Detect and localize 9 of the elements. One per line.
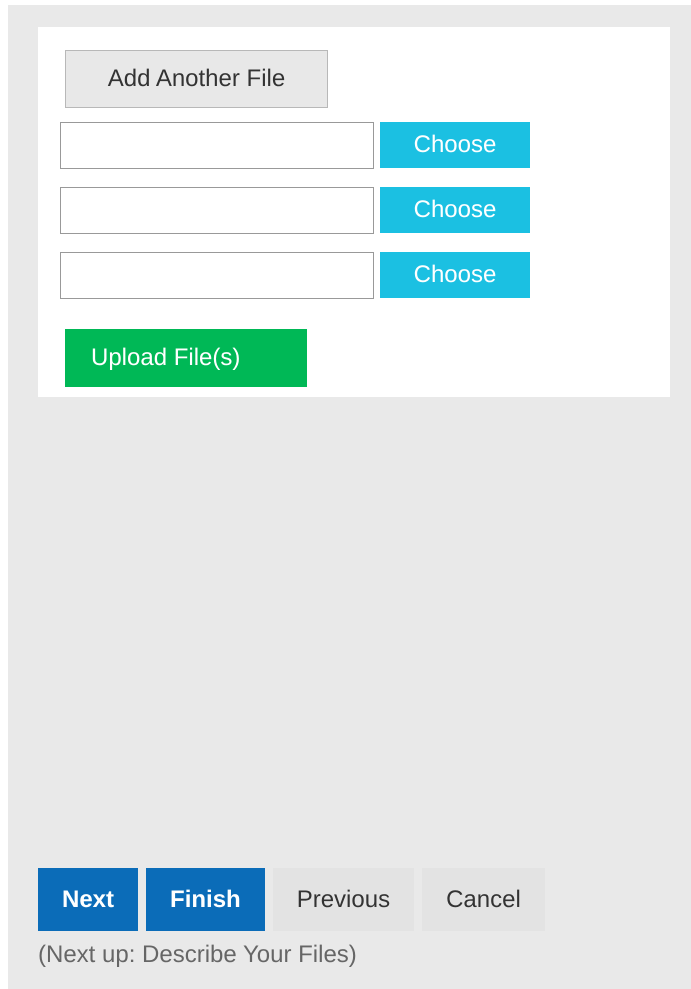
file-input-field[interactable]: [60, 122, 374, 169]
nav-button[interactable]: Previous: [272, 868, 414, 931]
file-input-field[interactable]: [60, 187, 374, 234]
add-file-button[interactable]: Add Another File: [65, 50, 328, 108]
nav-button[interactable]: Finish: [146, 868, 265, 931]
file-input-field[interactable]: [60, 252, 374, 299]
nav-button[interactable]: Next: [38, 868, 138, 931]
next-up-text: (Next up: Describe Your Files): [38, 941, 358, 969]
nav-button[interactable]: Cancel: [422, 868, 545, 931]
